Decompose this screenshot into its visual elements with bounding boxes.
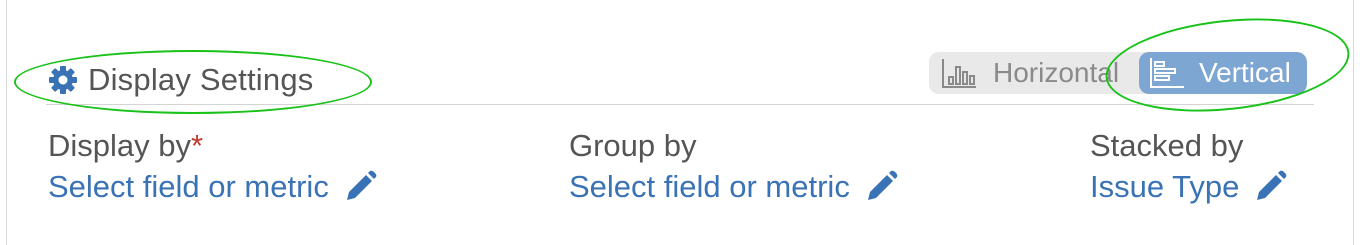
pencil-icon[interactable] xyxy=(864,170,898,204)
display-by-value: Select field or metric xyxy=(48,169,329,204)
group-by-field: Group by Select field or metric xyxy=(569,128,898,207)
pencil-icon[interactable] xyxy=(1253,170,1287,204)
group-by-selector[interactable]: Select field or metric xyxy=(569,167,898,207)
stacked-by-field: Stacked by Issue Type xyxy=(1090,128,1287,207)
horizontal-option[interactable]: Horizontal xyxy=(929,52,1139,94)
display-settings-panel xyxy=(6,0,1354,245)
group-by-value: Select field or metric xyxy=(569,169,850,204)
section-title: Display Settings xyxy=(88,62,314,97)
vertical-bar-chart-icon xyxy=(1149,57,1185,89)
stacked-by-selector[interactable]: Issue Type xyxy=(1090,167,1287,207)
horizontal-option-label: Horizontal xyxy=(993,57,1120,88)
section-divider xyxy=(46,104,1314,105)
stacked-by-label: Stacked by xyxy=(1090,128,1244,163)
group-by-label: Group by xyxy=(569,128,697,163)
stacked-by-value: Issue Type xyxy=(1090,169,1240,204)
section-header: Display Settings xyxy=(48,62,313,98)
display-by-field: Display by* Select field or metric xyxy=(48,128,377,207)
orientation-toggle: Horizontal Vertical xyxy=(929,52,1307,94)
vertical-option[interactable]: Vertical xyxy=(1139,52,1307,94)
pencil-icon[interactable] xyxy=(343,170,377,204)
display-by-label: Display by* xyxy=(48,128,377,164)
horizontal-bar-chart-icon xyxy=(941,57,977,89)
vertical-option-label: Vertical xyxy=(1199,57,1291,88)
display-by-label-text: Display by xyxy=(48,128,191,163)
required-marker: * xyxy=(191,128,204,163)
display-by-selector[interactable]: Select field or metric xyxy=(48,167,377,207)
gear-icon xyxy=(48,65,78,95)
